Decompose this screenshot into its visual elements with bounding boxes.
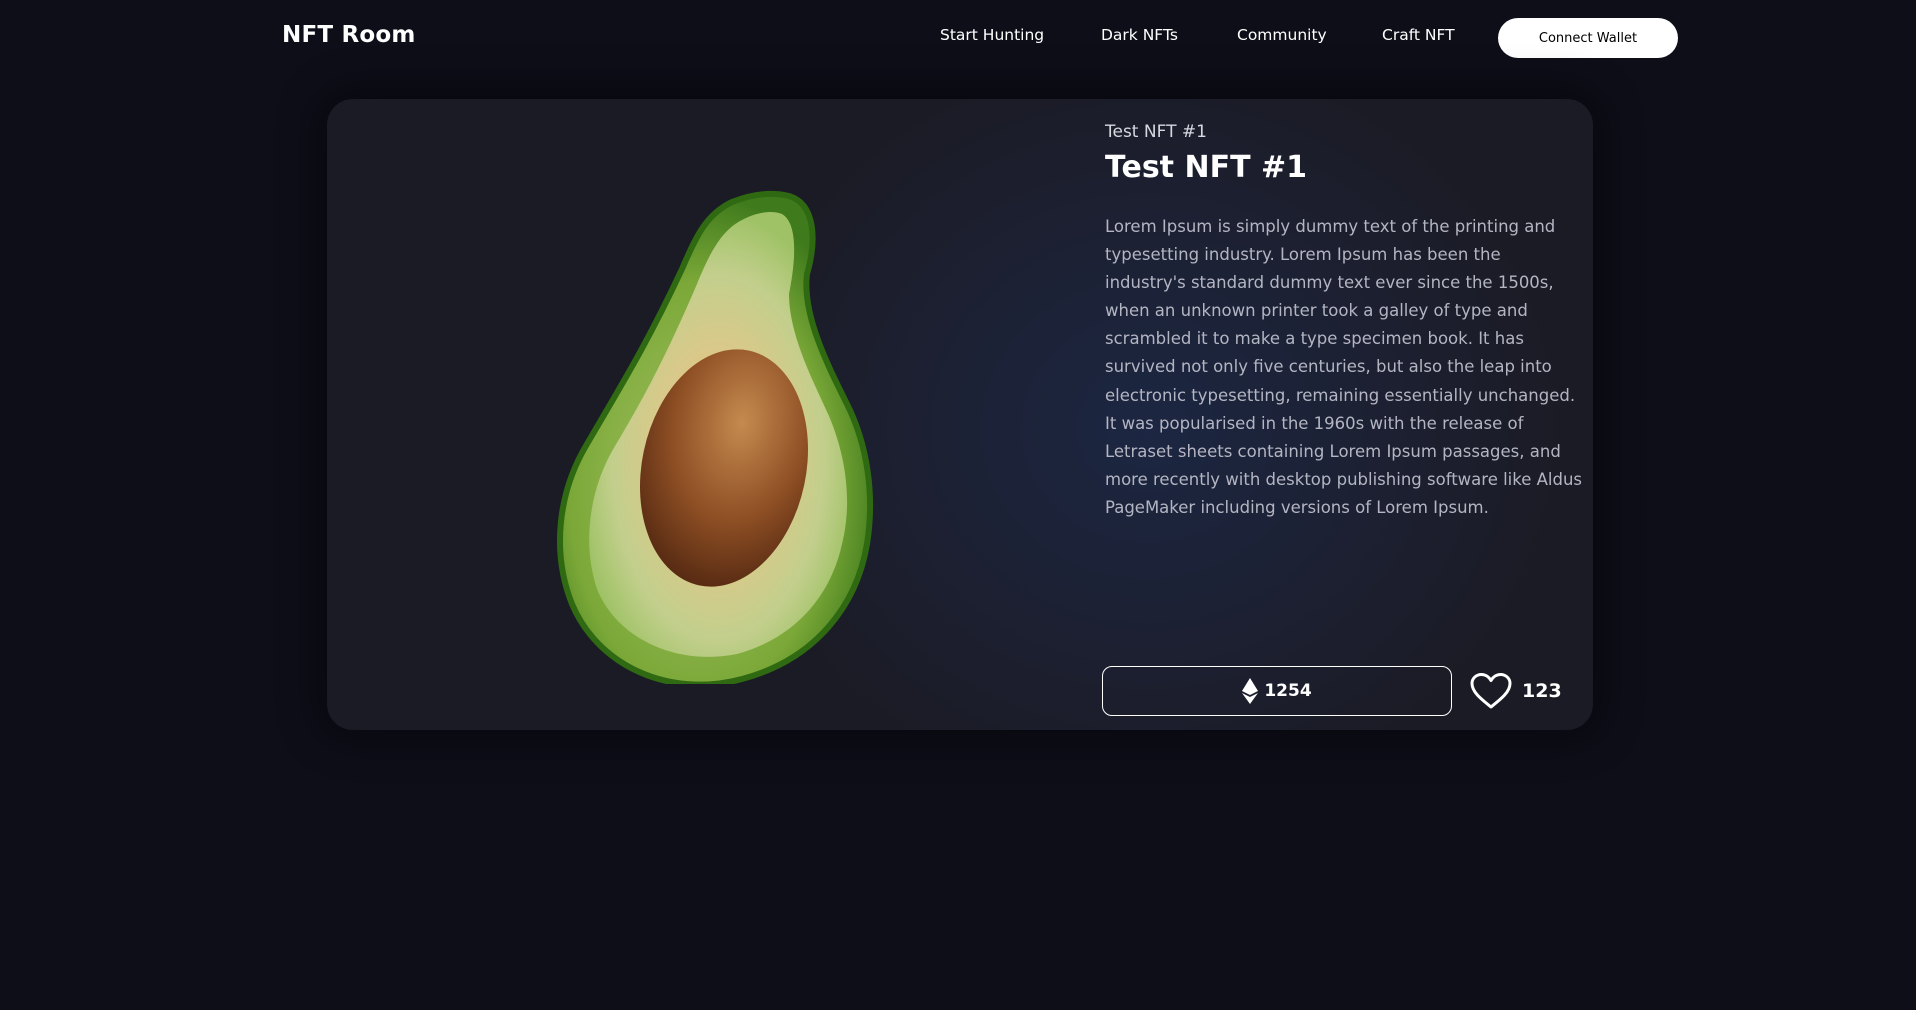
nft-title: Test NFT #1 xyxy=(1105,150,1307,185)
nft-image xyxy=(557,191,874,684)
brand-logo[interactable]: NFT Room xyxy=(282,22,416,48)
ethereum-icon xyxy=(1242,678,1259,704)
nft-subtitle: Test NFT #1 xyxy=(1105,122,1207,142)
price-value: 1254 xyxy=(1264,681,1312,701)
nft-card: Test NFT #1 Test NFT #1 Lorem Ipsum is s… xyxy=(327,99,1593,730)
like-count: 123 xyxy=(1522,680,1562,702)
price-button[interactable]: 1254 xyxy=(1102,666,1452,716)
connect-wallet-button[interactable]: Connect Wallet xyxy=(1498,18,1678,58)
nav-link-craft-nft[interactable]: Craft NFT xyxy=(1382,26,1455,44)
navbar: NFT Room Start Hunting Dark NFTs Communi… xyxy=(0,0,1916,74)
heart-icon xyxy=(1470,673,1512,709)
nft-description: Lorem Ipsum is simply dummy text of the … xyxy=(1105,217,1583,517)
like-button[interactable] xyxy=(1469,669,1513,713)
nav-link-dark-nfts[interactable]: Dark NFTs xyxy=(1101,26,1178,44)
nav-link-community[interactable]: Community xyxy=(1237,26,1327,44)
nav-link-start-hunting[interactable]: Start Hunting xyxy=(940,26,1044,44)
